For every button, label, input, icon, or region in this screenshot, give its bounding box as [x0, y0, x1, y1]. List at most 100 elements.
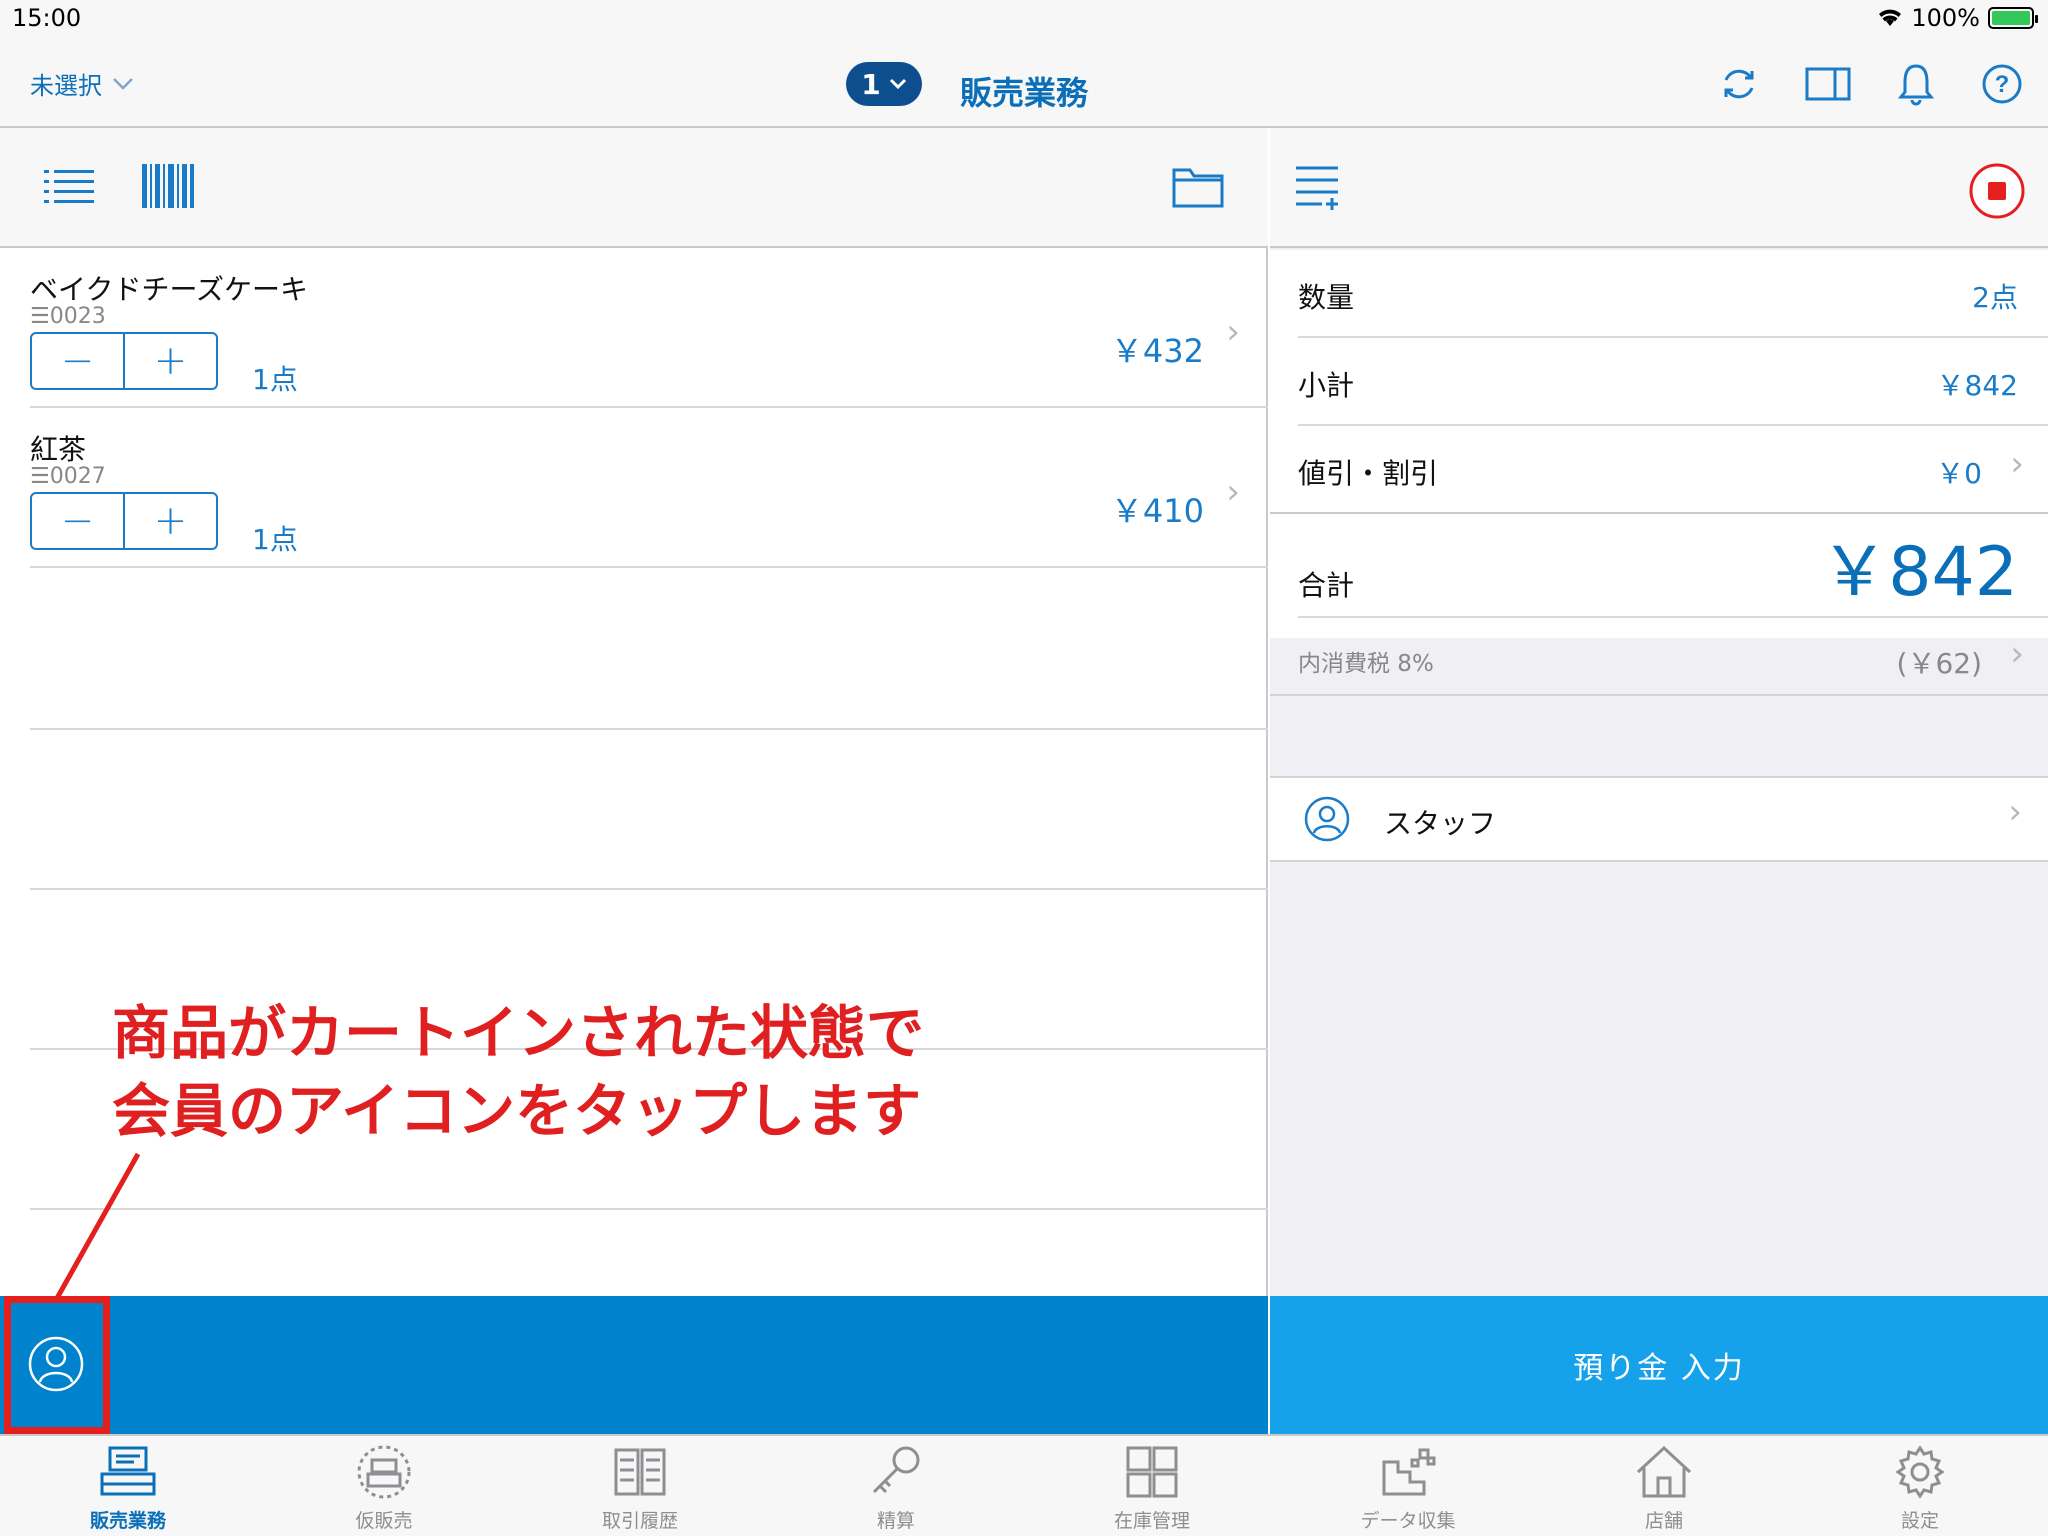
chevron-right-icon: ›	[2010, 444, 2024, 484]
stop-icon[interactable]	[1968, 162, 2026, 224]
quantity-row: 数量 2点	[1298, 250, 2048, 338]
bell-icon[interactable]	[1892, 60, 1940, 108]
store-selector-label: 未選択	[30, 72, 102, 100]
status-indicators: 100%	[1877, 4, 2038, 32]
list-view-icon[interactable]	[44, 168, 94, 210]
quantity-stepper: − +	[30, 492, 218, 550]
staff-label: スタッフ	[1384, 807, 1497, 840]
quantity-label: 数量	[1298, 281, 1355, 314]
item-code: ☰0027	[30, 464, 106, 489]
item-quantity: 1点	[252, 363, 298, 396]
cart-item[interactable]: ベイクドチーズケーキ ☰0023 − + 1点 ￥432 ›	[30, 248, 1268, 408]
total-value: ￥842	[1820, 533, 2018, 612]
decrement-button[interactable]: −	[32, 334, 125, 388]
annotation-line-1: 商品がカートインされた状態で	[112, 999, 925, 1067]
chevron-right-icon: ›	[1226, 312, 1240, 352]
tab-label: 精算	[876, 1510, 915, 1532]
battery-percent: 100%	[1911, 4, 1980, 32]
highlight-box	[4, 1296, 110, 1434]
total-row: 合計 ￥842	[1298, 514, 2048, 618]
summary-list: 数量 2点 小計 ￥842 値引・割引 ￥0 › 合計 ￥842 内消費税 8%…	[1270, 250, 2048, 680]
item-code: ☰0023	[30, 304, 106, 329]
divider	[1270, 694, 2048, 696]
barcode-icon[interactable]	[142, 164, 194, 212]
staff-icon	[1304, 796, 1350, 846]
summary-toolbar	[1270, 128, 2048, 248]
data-icon	[1382, 1448, 1436, 1496]
battery-icon	[1988, 7, 2038, 29]
history-icon	[614, 1448, 666, 1496]
status-time: 15:00	[12, 4, 82, 32]
top-bar: 15:00 100% 未選択 1 販売業務 ?	[0, 0, 2048, 128]
wifi-icon	[1879, 9, 1902, 26]
tab-label: 仮販売	[355, 1510, 413, 1532]
inventory-icon	[1126, 1446, 1178, 1498]
tab-bar: 販売業務 仮販売 取引履歴 精算 在庫管理 データ収集 店舗 設定	[0, 1434, 2048, 1536]
increment-button[interactable]: +	[125, 334, 216, 388]
item-name: 紅茶	[30, 433, 87, 466]
quantity-value: 2点	[1972, 281, 2018, 314]
tax-label: 内消費税 8%	[1298, 651, 1434, 677]
tab-settlement[interactable]: 精算	[768, 1436, 1024, 1536]
tab-sales[interactable]: 販売業務	[0, 1436, 256, 1536]
temp-sale-icon	[357, 1445, 411, 1499]
summary-panel: 数量 2点 小計 ￥842 値引・割引 ￥0 › 合計 ￥842 内消費税 8%…	[1270, 128, 2048, 1296]
chevron-down-icon	[889, 78, 906, 90]
tab-label: 取引履歴	[601, 1510, 678, 1532]
register-icon	[100, 1446, 156, 1496]
cart-item[interactable]: 紅茶 ☰0027 − + 1点 ￥410 ›	[30, 408, 1268, 568]
tax-value: (￥62)	[1896, 647, 1982, 680]
code-icon: ☰	[30, 304, 50, 329]
total-label: 合計	[1298, 569, 1355, 602]
divider	[30, 888, 1268, 890]
store-selector[interactable]: 未選択	[30, 66, 134, 101]
split-view-icon[interactable]	[1804, 60, 1852, 108]
chevron-right-icon: ›	[1226, 472, 1240, 512]
instruction-annotation: 商品がカートインされた状態で 会員のアイコンをタップします	[112, 994, 924, 1150]
svg-text:?: ?	[1995, 71, 2010, 98]
tab-data-collection[interactable]: データ収集	[1280, 1436, 1536, 1536]
register-selector[interactable]: 1	[846, 62, 922, 106]
item-price: ￥432	[1110, 332, 1204, 370]
discount-row[interactable]: 値引・割引 ￥0 ›	[1270, 426, 2048, 514]
app-root: 15:00 100% 未選択 1 販売業務 ? ベイクドチーズケーキ ☰0023…	[0, 0, 2048, 1536]
item-name: ベイクドチーズケーキ	[30, 273, 309, 306]
key-icon	[872, 1446, 920, 1494]
divider	[1270, 512, 2048, 514]
tab-label: 在庫管理	[1113, 1510, 1190, 1532]
subtotal-row: 小計 ￥842	[1298, 338, 2048, 426]
store-icon	[1636, 1445, 1692, 1498]
tab-label: 設定	[1900, 1510, 1939, 1532]
staff-row[interactable]: スタッフ ›	[1270, 776, 2048, 862]
tab-settings[interactable]: 設定	[1792, 1436, 2048, 1536]
tab-store[interactable]: 店舗	[1536, 1436, 1792, 1536]
cart-toolbar	[0, 128, 1268, 248]
page-title: 販売業務	[960, 74, 1089, 112]
discount-value: ￥0	[1936, 457, 1982, 490]
discount-label: 値引・割引	[1298, 457, 1439, 490]
tab-label: 販売業務	[89, 1510, 166, 1532]
item-quantity: 1点	[252, 523, 298, 556]
code-icon: ☰	[30, 464, 50, 489]
divider	[30, 1208, 1268, 1210]
subtotal-label: 小計	[1298, 369, 1355, 402]
decrement-button[interactable]: −	[32, 494, 125, 548]
tax-row[interactable]: 内消費税 8% (￥62) ›	[1298, 618, 2048, 698]
divider	[30, 728, 1268, 730]
folder-icon[interactable]	[1172, 166, 1224, 212]
annotation-line-2: 会員のアイコンをタップします	[112, 1077, 922, 1145]
subtotal-value: ￥842	[1936, 369, 2018, 402]
sync-icon[interactable]	[1715, 60, 1763, 108]
quantity-stepper: − +	[30, 332, 218, 390]
chevron-right-icon: ›	[2010, 634, 2024, 674]
add-list-icon[interactable]	[1296, 164, 1342, 216]
tab-label: 店舗	[1644, 1510, 1683, 1532]
help-icon[interactable]: ?	[1978, 60, 2026, 108]
tab-label: データ収集	[1360, 1510, 1456, 1532]
deposit-input-button[interactable]: 預り金 入力	[1270, 1296, 2048, 1434]
register-number: 1	[861, 67, 881, 101]
tab-inventory[interactable]: 在庫管理	[1024, 1436, 1280, 1536]
increment-button[interactable]: +	[125, 494, 216, 548]
tab-history[interactable]: 取引履歴	[512, 1436, 768, 1536]
tab-temp-sale[interactable]: 仮販売	[256, 1436, 512, 1536]
